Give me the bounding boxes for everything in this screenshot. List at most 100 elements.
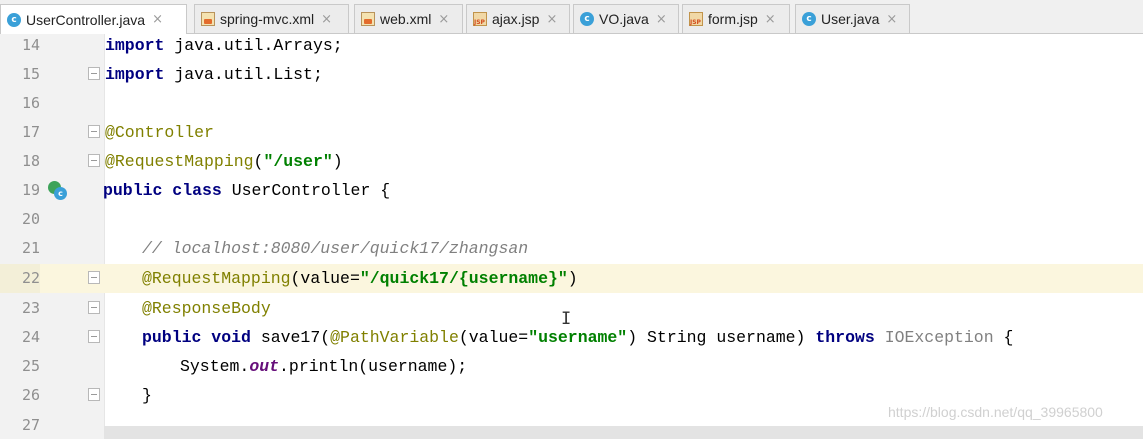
line-number: 20 (21, 210, 40, 228)
close-icon[interactable]: × (656, 12, 667, 27)
line-number: 17 (21, 123, 40, 141)
keyword: public void (142, 328, 251, 347)
keyword: throws (815, 328, 875, 347)
comment: // localhost:8080/user/quick17/zhangsan (142, 239, 529, 258)
close-icon[interactable]: × (321, 12, 332, 27)
code-text[interactable]: System.out.println(username); (180, 352, 467, 381)
tab-label: VO.java (599, 11, 649, 27)
code-line-21[interactable]: 21 // localhost:8080/user/quick17/zhangs… (0, 234, 1143, 263)
code-token: System. (180, 357, 250, 376)
line-number: 14 (21, 36, 40, 54)
horizontal-scrollbar[interactable] (104, 426, 1143, 439)
fold-end-icon[interactable] (88, 67, 100, 80)
code-token: ) String username) (627, 328, 816, 347)
line-number: 19 (21, 181, 40, 199)
code-text[interactable]: import java.util.List; (105, 60, 323, 89)
java-class-icon: c (54, 187, 67, 200)
code-line-19[interactable]: 19 c public class UserController { (0, 176, 1143, 205)
close-icon[interactable]: × (152, 12, 163, 27)
fold-start-icon[interactable] (88, 271, 100, 284)
code-text[interactable]: public class UserController { (103, 176, 390, 205)
string-literal: "/quick17/{username}" (359, 269, 568, 288)
tab-label: UserController.java (26, 11, 146, 28)
line-number: 22 (0, 264, 40, 293)
tab-ajax-jsp[interactable]: ajax.jsp × (466, 4, 570, 33)
code-line-23[interactable]: 23 @ResponseBody (0, 294, 1143, 323)
fold-end-icon[interactable] (88, 301, 100, 314)
line-number: 24 (21, 328, 40, 346)
tab-label: User.java (821, 11, 880, 27)
code-token: UserController { (221, 181, 391, 200)
code-line-18[interactable]: 18 @RequestMapping("/user") (0, 147, 1143, 176)
code-text[interactable]: import java.util.Arrays; (105, 31, 343, 60)
line-number: 15 (21, 65, 40, 83)
line-number: 25 (21, 357, 40, 375)
code-token: } (142, 386, 152, 405)
code-token: (value= (290, 269, 360, 288)
close-icon[interactable]: × (438, 12, 449, 27)
keyword: import (105, 36, 165, 55)
java-class-icon: c (7, 12, 21, 27)
text-cursor-icon: I (561, 309, 572, 329)
tab-vo-java[interactable]: c VO.java × (573, 4, 679, 33)
fold-start-icon[interactable] (88, 330, 100, 343)
code-text[interactable]: public void save17(@PathVariable(value="… (142, 323, 1013, 352)
code-token: { (993, 328, 1014, 347)
unused-exception: IOException (884, 328, 994, 347)
line-number: 27 (21, 416, 40, 434)
close-icon[interactable]: × (546, 12, 557, 27)
tab-label: form.jsp (708, 11, 758, 27)
close-icon[interactable]: × (886, 12, 897, 27)
static-field: out (249, 357, 280, 376)
tab-form-jsp[interactable]: form.jsp × (682, 4, 790, 33)
code-token: java.util.List; (164, 65, 323, 84)
code-line-16[interactable]: 16 (0, 89, 1143, 118)
code-line-20[interactable]: 20 (0, 205, 1143, 234)
annotation: @Controller (105, 123, 214, 142)
code-line-25[interactable]: 25 System.out.println(username); (0, 352, 1143, 381)
xml-file-icon (201, 12, 215, 26)
tab-label: web.xml (380, 11, 432, 27)
tab-spring-mvc-xml[interactable]: spring-mvc.xml × (194, 4, 349, 33)
line-number: 16 (21, 94, 40, 112)
code-text[interactable]: @Controller (105, 118, 214, 147)
string-literal: "username" (528, 328, 628, 347)
code-line-24[interactable]: 24 public void save17(@PathVariable(valu… (0, 323, 1143, 352)
editor-tab-bar: c UserController.java × spring-mvc.xml ×… (0, 0, 1143, 34)
xml-file-icon (361, 12, 375, 26)
tab-user-java[interactable]: c User.java × (795, 4, 910, 33)
code-text[interactable]: } (142, 381, 152, 410)
code-token: .println(username); (279, 357, 468, 376)
tab-label: spring-mvc.xml (220, 11, 315, 27)
tab-web-xml[interactable]: web.xml × (354, 4, 463, 33)
code-line-14[interactable]: 14 import java.util.Arrays; (0, 31, 1143, 60)
annotation: @PathVariable (330, 328, 459, 347)
code-token: (value= (458, 328, 529, 347)
fold-end-icon[interactable] (88, 154, 100, 167)
spring-bean-icon[interactable]: c (48, 181, 67, 200)
annotation: @ResponseBody (142, 299, 271, 318)
tab-label: ajax.jsp (492, 11, 540, 27)
annotation: @RequestMapping (142, 269, 291, 288)
annotation: @RequestMapping (105, 152, 254, 171)
code-line-22-current[interactable]: 22 @RequestMapping(value="/quick17/{user… (0, 264, 1143, 293)
line-number: 18 (21, 152, 40, 170)
code-line-15[interactable]: 15 import java.util.List; (0, 60, 1143, 89)
code-token: save17( (250, 328, 331, 347)
line-number: 26 (21, 386, 40, 404)
code-editor[interactable]: 14 import java.util.Arrays; 15 import ja… (0, 34, 1143, 439)
tab-usercontroller-java[interactable]: c UserController.java × (0, 4, 187, 34)
java-class-icon: c (580, 12, 594, 26)
code-token: ( (253, 152, 264, 171)
code-text[interactable]: @RequestMapping(value="/quick17/{usernam… (142, 264, 578, 293)
code-text[interactable]: // localhost:8080/user/quick17/zhangsan (142, 234, 528, 263)
fold-start-icon[interactable] (88, 125, 100, 138)
fold-end-icon[interactable] (88, 388, 100, 401)
close-icon[interactable]: × (765, 12, 776, 27)
code-text[interactable]: @RequestMapping("/user") (105, 147, 343, 176)
code-line-17[interactable]: 17 @Controller (0, 118, 1143, 147)
code-text[interactable]: @ResponseBody (142, 294, 271, 323)
line-number: 23 (21, 299, 40, 317)
code-token: ) (567, 269, 578, 288)
